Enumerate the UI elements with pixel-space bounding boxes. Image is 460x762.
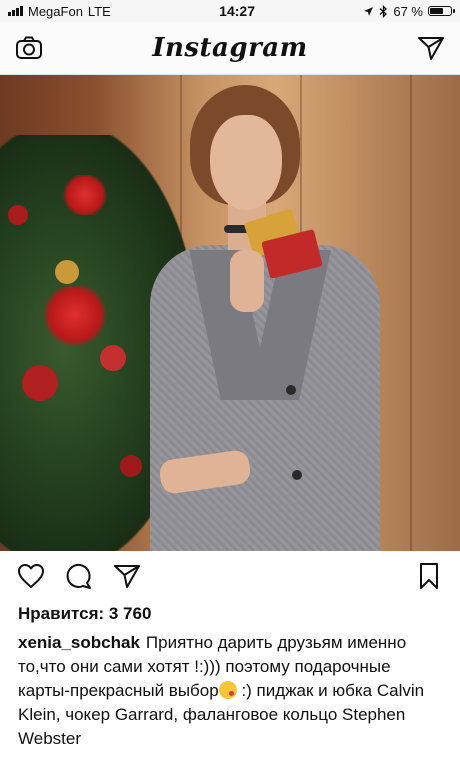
network-type: LTE	[87, 3, 111, 19]
status-right: 67 %	[363, 3, 455, 19]
kiss-emoji-icon	[218, 681, 237, 699]
signal-icon	[8, 6, 23, 16]
camera-icon[interactable]	[14, 33, 44, 63]
post-actions-left	[16, 561, 142, 591]
comment-icon[interactable]	[64, 561, 94, 591]
bookmark-icon[interactable]	[414, 561, 444, 591]
status-bar: MegaFon LTE 14:27 67 %	[0, 0, 460, 22]
paper-plane-icon[interactable]	[416, 33, 446, 63]
location-arrow-icon	[364, 6, 374, 16]
ornament	[55, 260, 79, 284]
hand	[230, 250, 264, 312]
poinsettia-flower	[40, 285, 110, 345]
jacket-button	[292, 470, 302, 480]
poinsettia-flower	[60, 175, 110, 215]
battery-icon	[427, 6, 455, 16]
post-caption: xenia_sobchak Приятно дарить друзьям имен…	[0, 627, 460, 751]
jacket-button	[286, 385, 296, 395]
battery-percent: 67 %	[393, 3, 423, 19]
bluetooth-icon	[379, 4, 388, 18]
caption-username[interactable]: xenia_sobchak	[18, 633, 140, 652]
ornament	[100, 345, 126, 371]
ornament	[8, 205, 28, 225]
post-actions	[0, 551, 460, 601]
likes-count[interactable]: Нравится: 3 760	[0, 601, 460, 627]
ornament	[120, 455, 142, 477]
status-left: MegaFon LTE	[8, 4, 111, 19]
ornament	[22, 365, 58, 401]
status-time: 14:27	[219, 3, 255, 19]
carrier-name: MegaFon	[28, 3, 83, 19]
app-title: Instagram	[152, 33, 308, 63]
wall-panel-line	[410, 75, 412, 551]
heart-icon[interactable]	[16, 561, 46, 591]
face	[210, 115, 282, 210]
share-icon[interactable]	[112, 561, 142, 591]
post-photo[interactable]	[0, 75, 460, 551]
nav-bar: Instagram	[0, 22, 460, 75]
